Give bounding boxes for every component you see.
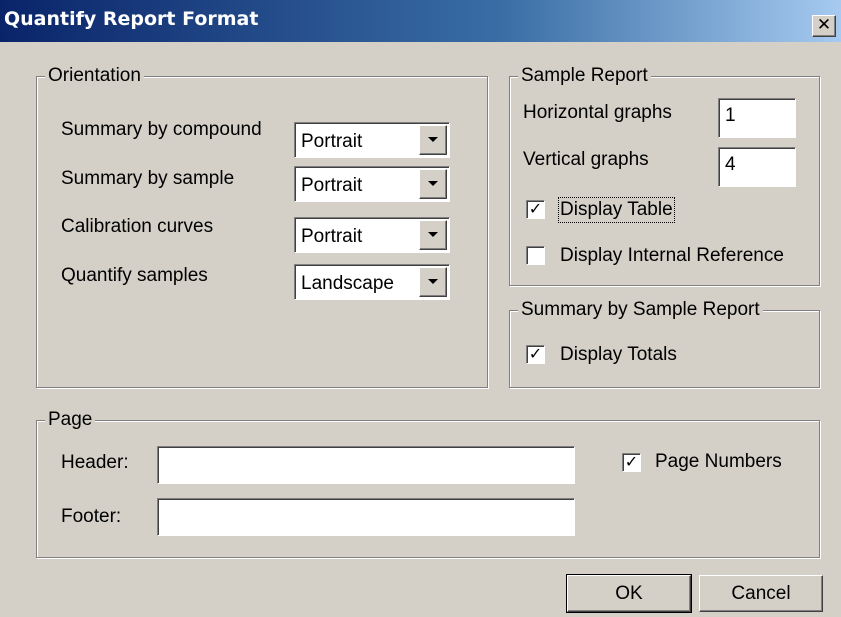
cancel-button[interactable]: Cancel xyxy=(699,575,823,612)
summary-by-sample-dropdown-button[interactable] xyxy=(419,169,447,199)
summary-by-compound-dropdown-button[interactable] xyxy=(419,125,447,155)
summary-by-sample-select[interactable]: Portrait xyxy=(294,166,450,202)
chevron-down-icon xyxy=(428,137,438,142)
vertical-graphs-value: 4 xyxy=(725,154,736,175)
calibration-curves-dropdown-button[interactable] xyxy=(419,220,447,250)
close-button[interactable]: ✕ xyxy=(812,15,836,37)
display-internal-reference-label[interactable]: Display Internal Reference xyxy=(560,245,784,267)
display-table-label[interactable]: Display Table xyxy=(558,197,675,223)
sample-report-legend: Sample Report xyxy=(518,65,651,87)
summary-by-sample-value: Portrait xyxy=(301,175,363,196)
display-internal-reference-checkbox[interactable] xyxy=(526,246,545,265)
summary-by-compound-select[interactable]: Portrait xyxy=(294,122,450,158)
vertical-graphs-input[interactable]: 4 xyxy=(718,147,796,187)
page-numbers-label[interactable]: Page Numbers xyxy=(655,451,782,473)
orientation-legend: Orientation xyxy=(45,65,144,87)
calibration-curves-value: Portrait xyxy=(301,226,363,247)
horizontal-graphs-label: Horizontal graphs xyxy=(523,102,672,123)
horizontal-graphs-input[interactable]: 1 xyxy=(718,98,796,138)
page-numbers-checkbox[interactable]: ✓ xyxy=(622,453,641,472)
quantify-samples-value: Landscape xyxy=(301,273,394,294)
calibration-curves-label: Calibration curves xyxy=(61,216,214,237)
close-icon: ✕ xyxy=(816,15,832,35)
quantify-samples-select[interactable]: Landscape xyxy=(294,264,450,300)
summary-by-sample-report-legend: Summary by Sample Report xyxy=(518,299,763,321)
chevron-down-icon xyxy=(428,181,438,186)
vertical-graphs-label: Vertical graphs xyxy=(523,149,649,170)
summary-by-sample-label: Summary by sample xyxy=(61,168,235,189)
calibration-curves-select[interactable]: Portrait xyxy=(294,217,450,253)
quantify-samples-label: Quantify samples xyxy=(61,265,208,286)
quantify-samples-dropdown-button[interactable] xyxy=(419,267,447,297)
header-label: Header: xyxy=(61,452,129,473)
title-bar: Quantify Report Format ✕ xyxy=(0,0,841,42)
summary-by-compound-label: Summary by compound xyxy=(61,119,262,140)
summary-by-compound-value: Portrait xyxy=(301,131,363,152)
display-totals-checkbox[interactable]: ✓ xyxy=(526,345,545,364)
footer-label: Footer: xyxy=(61,506,122,527)
display-totals-label[interactable]: Display Totals xyxy=(560,344,677,366)
ok-button[interactable]: OK xyxy=(566,574,692,613)
window-title: Quantify Report Format xyxy=(4,8,259,30)
header-input[interactable] xyxy=(157,446,575,484)
horizontal-graphs-value: 1 xyxy=(725,105,736,126)
chevron-down-icon xyxy=(428,232,438,237)
chevron-down-icon xyxy=(428,279,438,284)
page-legend: Page xyxy=(45,409,96,431)
display-table-checkbox[interactable]: ✓ xyxy=(526,200,545,219)
footer-input[interactable] xyxy=(157,498,575,536)
page-group: Page xyxy=(36,409,820,558)
